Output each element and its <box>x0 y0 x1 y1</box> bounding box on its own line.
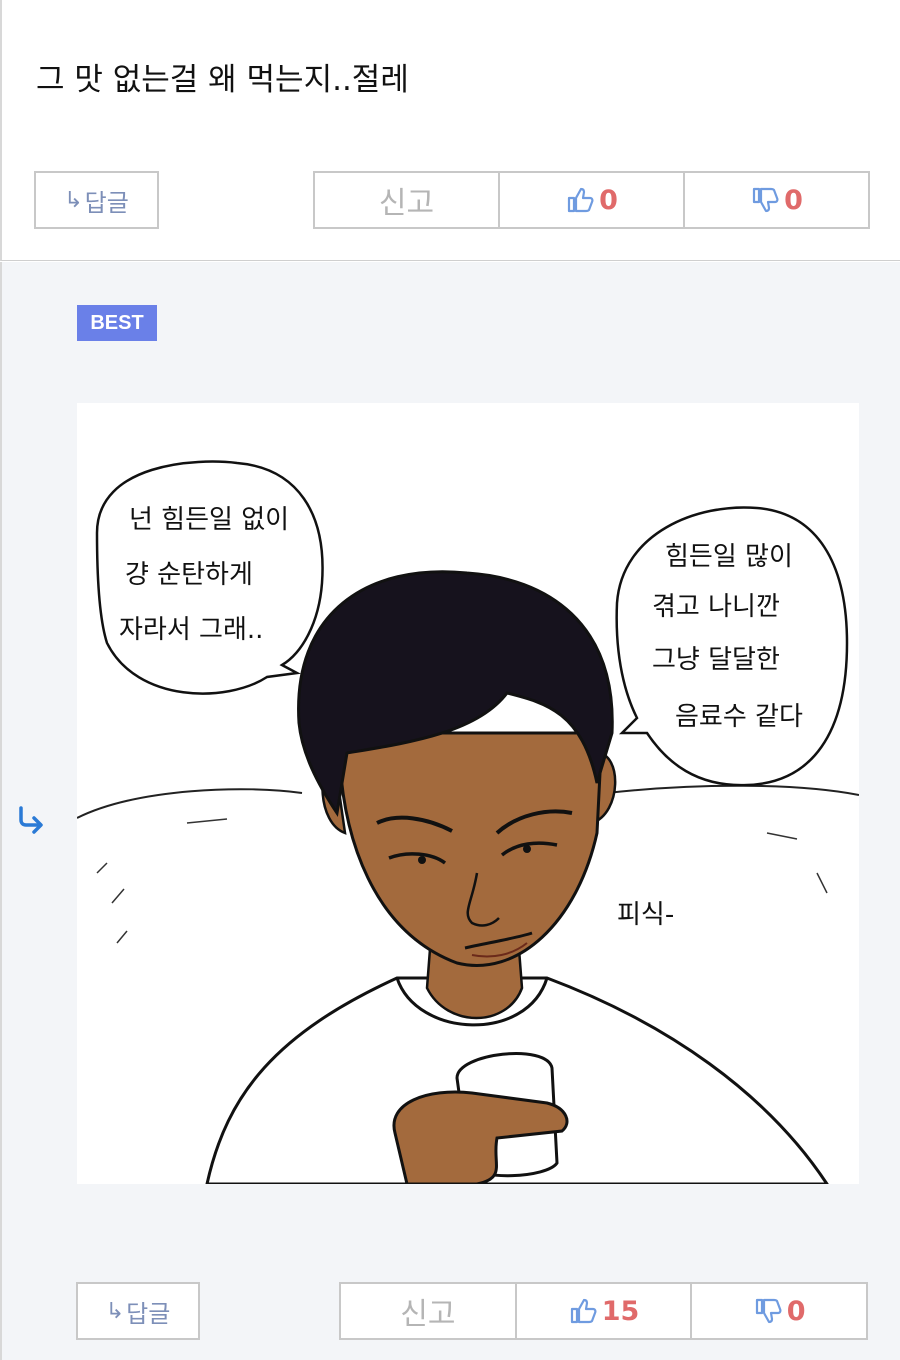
report-button[interactable]: 신고 <box>341 1284 517 1338</box>
reply-label: 답글 <box>84 188 129 217</box>
thumbs-up-icon <box>567 187 594 213</box>
reply-button[interactable]: ↳ 답글 <box>34 171 159 229</box>
report-label: 신고 <box>378 186 435 221</box>
thumbs-down-icon <box>752 187 779 213</box>
thumbs-down-icon <box>755 1298 782 1324</box>
comment-actions: 신고 0 0 <box>313 171 870 229</box>
report-button[interactable]: 신고 <box>315 173 500 227</box>
dislike-count: 0 <box>784 184 803 216</box>
comment-image: 넌 힘든일 없이 걍 순탄하게 자라서 그래.. 힘든일 많이 겪고 나니깐 그… <box>77 403 859 1184</box>
left-bubble-line-2: 걍 순탄하게 <box>125 560 253 590</box>
like-count: 0 <box>599 184 618 216</box>
left-bubble-line-3: 자라서 그래.. <box>119 615 263 645</box>
right-bubble-line-1: 힘든일 많이 <box>665 542 793 572</box>
right-bubble-line-2: 겪고 나니깐 <box>652 592 780 622</box>
right-bubble-line-3: 그냥 달달한 <box>652 645 780 675</box>
right-bubble-line-4: 음료수 같다 <box>675 702 803 732</box>
reply-arrow-icon: ↳ <box>64 187 83 213</box>
like-button[interactable]: 15 <box>517 1284 693 1338</box>
like-button[interactable]: 0 <box>500 173 685 227</box>
comment-actions: 신고 15 0 <box>339 1282 868 1340</box>
reply-button[interactable]: ↳ 답글 <box>76 1282 200 1340</box>
reply-arrow-icon: ↳ <box>105 1298 125 1324</box>
reply-arrow-icon <box>19 806 43 834</box>
comment-text: 그 맛 없는걸 왜 먹는지..절레 <box>36 62 409 98</box>
dislike-button[interactable]: 0 <box>685 173 868 227</box>
sfx-text: 피식- <box>617 900 674 930</box>
thumbs-up-icon <box>570 1298 597 1324</box>
dislike-count: 0 <box>786 1295 806 1327</box>
report-label: 신고 <box>400 1297 456 1332</box>
best-badge: BEST <box>77 305 157 341</box>
reply-label: 답글 <box>126 1299 171 1328</box>
comment-item: 그 맛 없는걸 왜 먹는지..절레 ↳ 답글 신고 0 0 <box>0 0 900 261</box>
like-count: 15 <box>601 1295 640 1327</box>
left-bubble-line-1: 넌 힘든일 없이 <box>129 505 289 535</box>
dislike-button[interactable]: 0 <box>692 1284 866 1338</box>
